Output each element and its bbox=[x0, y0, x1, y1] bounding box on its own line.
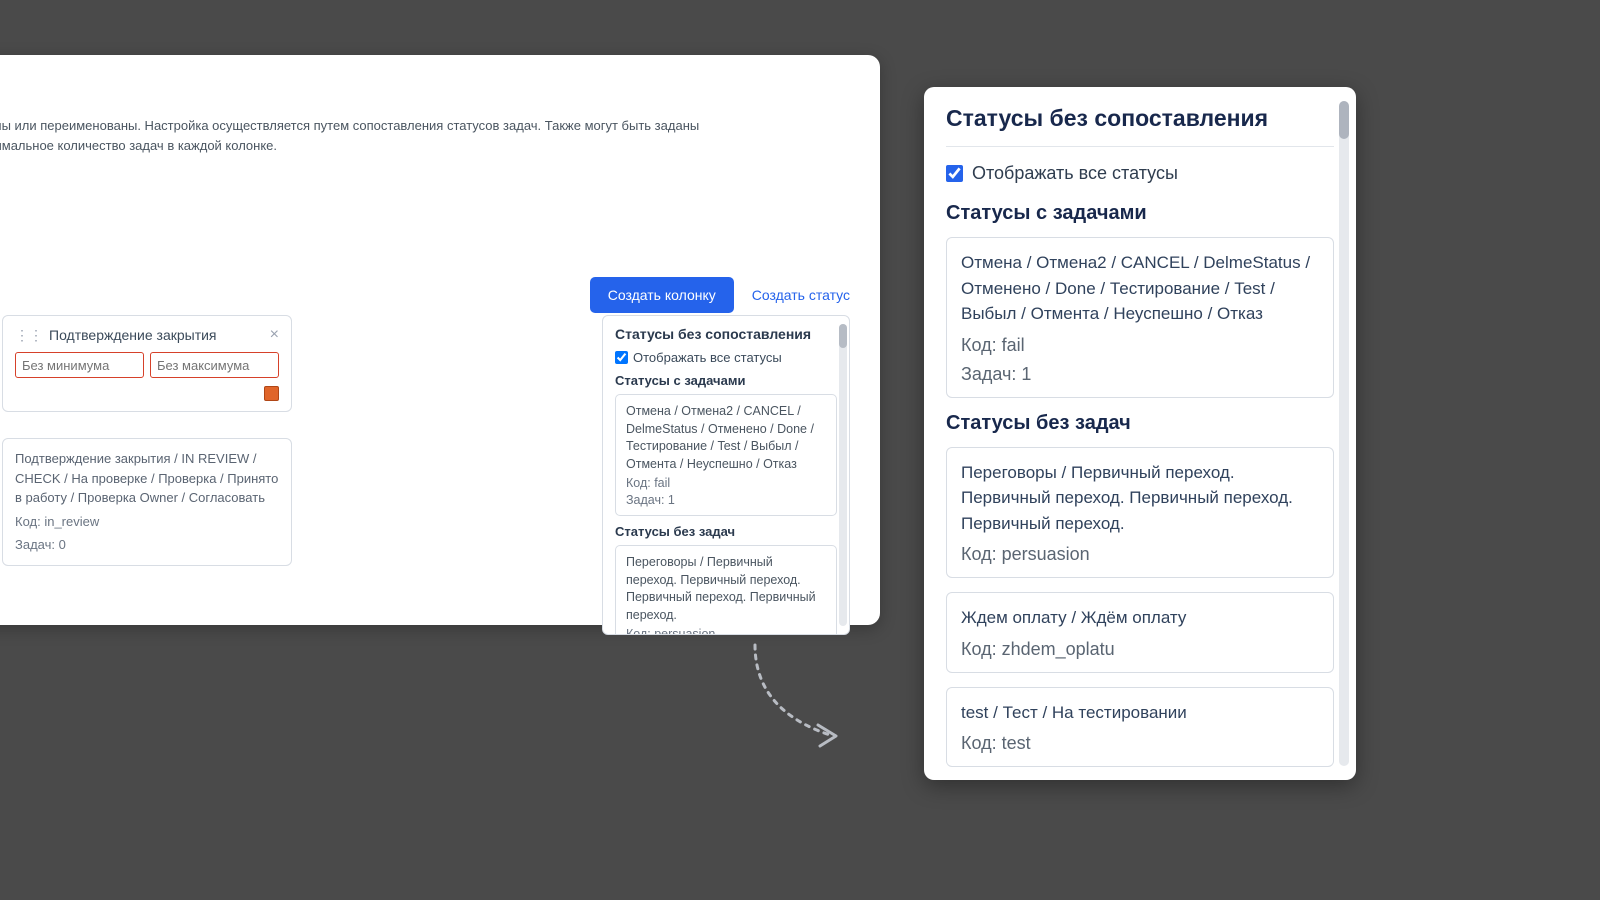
status-count: Задач: 0 bbox=[15, 535, 279, 555]
status-code: Код: fail bbox=[961, 335, 1319, 356]
status-code: Код: persuasion bbox=[626, 627, 826, 635]
panel-heading: Статусы без сопоставления bbox=[615, 326, 837, 342]
status-card[interactable]: Переговоры / Первичный переход. Первичны… bbox=[946, 447, 1334, 579]
close-icon[interactable]: × bbox=[270, 326, 279, 344]
columns-settings-card: колонок ть добавлены, удалены или переим… bbox=[0, 55, 880, 625]
status-code: Код: zhdem_oplatu bbox=[961, 639, 1319, 660]
status-code: Код: fail bbox=[626, 476, 826, 490]
show-all-checkbox-label[interactable]: Отображать все статусы bbox=[615, 350, 837, 365]
drag-handle-icon[interactable]: ⋮⋮ bbox=[15, 327, 43, 344]
status-title: Переговоры / Первичный переход. Первичны… bbox=[961, 460, 1319, 537]
columns-row: ⋮⋮ аботе × ess / В работе / Текущий рели… bbox=[0, 315, 292, 566]
section-heading: Статусы без задач bbox=[946, 412, 1334, 435]
status-code: Код: persuasion bbox=[961, 544, 1319, 565]
status-count: Задач: 1 bbox=[961, 364, 1319, 385]
status-title: Ждем оплату / Ждём оплату bbox=[961, 605, 1319, 631]
create-status-link[interactable]: Создать статус bbox=[752, 287, 850, 303]
divider bbox=[946, 146, 1334, 147]
status-card[interactable]: Переговоры / Первичный переход. Первичны… bbox=[615, 545, 837, 635]
min-input[interactable] bbox=[15, 352, 144, 378]
status-code: Код: test bbox=[961, 733, 1319, 754]
scrollbar-thumb[interactable] bbox=[839, 324, 847, 348]
panel-heading: Статусы без сопоставления bbox=[946, 105, 1334, 132]
column-header-card: ⋮⋮ Подтверждение закрытия × bbox=[2, 315, 292, 412]
status-title: test / Тест / На тестировании bbox=[961, 700, 1319, 726]
create-column-button[interactable]: Создать колонку bbox=[590, 277, 734, 313]
scrollbar[interactable] bbox=[1339, 101, 1349, 766]
status-title: Переговоры / Первичный переход. Первичны… bbox=[626, 554, 826, 624]
status-card[interactable]: Отмена / Отмена2 / CANCEL / DelmeStatus … bbox=[615, 394, 837, 516]
actions-row: Создать колонку Создать статус bbox=[590, 277, 850, 313]
section-heading: Статусы с задачами bbox=[946, 202, 1334, 225]
status-card[interactable]: test / Тест / На тестировании Код: test bbox=[946, 687, 1334, 768]
max-input[interactable] bbox=[150, 352, 279, 378]
unmapped-statuses-panel-small: Статусы без сопоставления Отображать все… bbox=[602, 315, 850, 635]
section-heading: Статусы с задачами bbox=[615, 373, 837, 388]
checkbox-text: Отображать все статусы bbox=[633, 350, 782, 365]
status-count: Задач: 1 bbox=[626, 493, 826, 507]
status-card[interactable]: Ждем оплату / Ждём оплату Код: zhdem_opl… bbox=[946, 592, 1334, 673]
status-meta: Код: in_review bbox=[15, 512, 279, 532]
arrow-icon bbox=[740, 640, 850, 750]
show-all-checkbox[interactable] bbox=[946, 165, 963, 182]
unmapped-statuses-panel-zoom: Статусы без сопоставления Отображать все… bbox=[924, 87, 1356, 780]
scrollbar[interactable] bbox=[839, 324, 847, 626]
column-name: Подтверждение закрытия bbox=[49, 327, 270, 343]
page-description: ть добавлены, удалены или переименованы.… bbox=[0, 116, 768, 155]
column-group: ⋮⋮ Подтверждение закрытия × Подтверждени… bbox=[2, 315, 292, 566]
status-card[interactable]: Отмена / Отмена2 / CANCEL / DelmeStatus … bbox=[946, 237, 1334, 398]
show-all-checkbox-label[interactable]: Отображать все статусы bbox=[946, 163, 1334, 184]
status-title: Отмена / Отмена2 / CANCEL / DelmeStatus … bbox=[961, 250, 1319, 327]
column-body-card: Подтверждение закрытия / IN REVIEW / CHE… bbox=[2, 438, 292, 566]
checkbox-text: Отображать все статусы bbox=[972, 163, 1178, 184]
page-title: колонок bbox=[0, 75, 852, 96]
scrollbar-thumb[interactable] bbox=[1339, 101, 1349, 139]
show-all-checkbox[interactable] bbox=[615, 351, 628, 364]
color-chip[interactable] bbox=[264, 386, 279, 401]
status-list-text: Подтверждение закрытия / IN REVIEW / CHE… bbox=[15, 449, 279, 508]
status-title: Отмена / Отмена2 / CANCEL / DelmeStatus … bbox=[626, 403, 826, 473]
section-heading: Статусы без задач bbox=[615, 524, 837, 539]
